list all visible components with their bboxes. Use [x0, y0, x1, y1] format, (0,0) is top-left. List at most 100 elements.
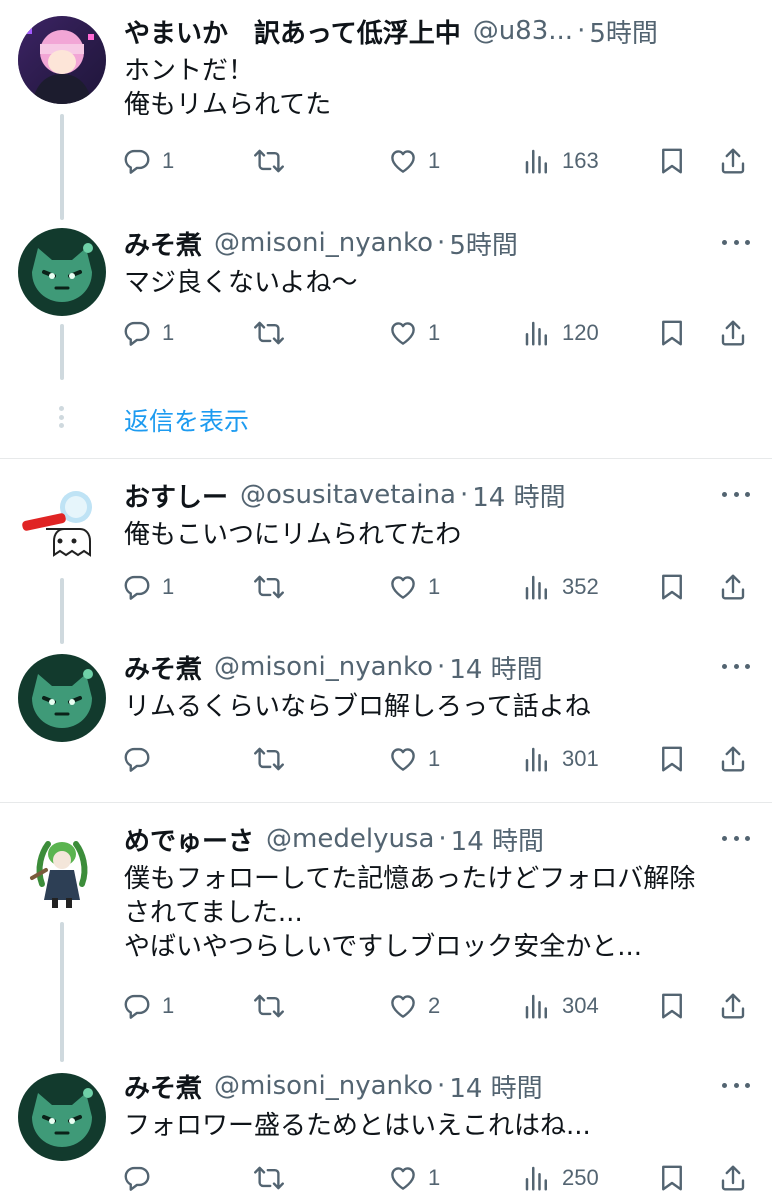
more-options-icon[interactable]: [722, 490, 750, 498]
share-button[interactable]: [718, 567, 748, 607]
view-count: 301: [562, 746, 599, 771]
retweet-button[interactable]: [254, 1158, 284, 1198]
tweet-text: 俺もこいつにリムられてたわ: [124, 520, 462, 550]
like-count: 1: [428, 746, 441, 771]
more-options-icon[interactable]: [722, 662, 750, 670]
reply-button[interactable]: 1: [122, 567, 174, 607]
share-icon: [718, 318, 748, 348]
display-name[interactable]: おすしー: [124, 477, 228, 513]
show-replies-link[interactable]: 返信を表示: [124, 402, 249, 438]
user-handle[interactable]: @medelyusa: [266, 824, 434, 854]
reply-icon: [122, 1163, 152, 1193]
share-button[interactable]: [718, 739, 748, 779]
user-handle[interactable]: @misoni_nyanko: [214, 1071, 433, 1101]
like-button[interactable]: 1: [388, 567, 440, 607]
timestamp[interactable]: 14 時間: [451, 821, 544, 857]
timestamp[interactable]: 5時間: [449, 225, 518, 261]
retweet-button[interactable]: [254, 986, 284, 1026]
avatar[interactable]: [18, 16, 106, 104]
display-name[interactable]: やまいか 訳あって低浮上中: [124, 13, 461, 49]
timestamp[interactable]: 14 時間: [472, 477, 565, 513]
retweet-button[interactable]: [254, 141, 284, 181]
tweet-actions: 1 1 120: [0, 313, 772, 353]
bookmark-button[interactable]: [657, 739, 687, 779]
tweet-header: みそ煮 @misoni_nyanko · 14 時間: [124, 649, 752, 685]
user-handle[interactable]: @osusitavetaina: [240, 480, 456, 510]
display-name[interactable]: みそ煮: [124, 225, 202, 261]
avatar[interactable]: [18, 654, 106, 742]
like-icon: [388, 146, 418, 176]
bookmark-button[interactable]: [657, 567, 687, 607]
user-handle[interactable]: @u83...: [473, 16, 573, 46]
views-button[interactable]: 163: [522, 141, 599, 181]
bookmark-icon: [657, 1163, 687, 1193]
user-handle[interactable]: @misoni_nyanko: [214, 228, 433, 258]
more-options-icon[interactable]: [722, 238, 750, 246]
share-button[interactable]: [718, 141, 748, 181]
view-count: 352: [562, 574, 599, 599]
display-name[interactable]: みそ煮: [124, 649, 202, 685]
timestamp[interactable]: 14 時間: [449, 1068, 542, 1104]
views-button[interactable]: 304: [522, 986, 599, 1026]
divider: [0, 458, 772, 459]
like-button[interactable]: 1: [388, 313, 440, 353]
share-button[interactable]: [718, 1158, 748, 1198]
avatar[interactable]: [18, 1073, 106, 1161]
timestamp[interactable]: 5時間: [589, 13, 658, 49]
green-cat-avatar-image: [18, 1073, 106, 1161]
retweet-button[interactable]: [254, 313, 284, 353]
bookmark-button[interactable]: [657, 1158, 687, 1198]
reply-button[interactable]: [122, 739, 162, 779]
like-icon: [388, 744, 418, 774]
tweet-header: やまいか 訳あって低浮上中 @u83... · 5時間: [124, 13, 752, 49]
share-button[interactable]: [718, 986, 748, 1026]
avatar[interactable]: [18, 481, 106, 569]
reply-count: 1: [162, 320, 175, 345]
like-button[interactable]: 1: [388, 739, 440, 779]
retweet-button[interactable]: [254, 739, 284, 779]
more-options-icon[interactable]: [722, 1081, 750, 1089]
bookmark-button[interactable]: [657, 313, 687, 353]
share-button[interactable]: [718, 313, 748, 353]
reply-count: 1: [162, 148, 175, 173]
retweet-button[interactable]: [254, 567, 284, 607]
views-button[interactable]: 352: [522, 567, 599, 607]
separator: ·: [577, 16, 586, 46]
reply-button[interactable]: 1: [122, 141, 174, 181]
tweet-text: マジ良くないよね〜: [124, 268, 358, 298]
display-name[interactable]: めでゅーさ: [124, 821, 254, 857]
share-icon: [718, 146, 748, 176]
retweet-icon: [254, 1163, 284, 1193]
more-options-icon[interactable]: [722, 834, 750, 842]
like-button[interactable]: 1: [388, 1158, 440, 1198]
reply-button[interactable]: [122, 1158, 162, 1198]
view-count: 120: [562, 320, 599, 345]
tweet-header: おすしー @osusitavetaina · 14 時間: [124, 477, 752, 513]
user-handle[interactable]: @misoni_nyanko: [214, 652, 433, 682]
like-count: 1: [428, 574, 441, 599]
green-cat-avatar-image: [18, 228, 106, 316]
reply-count: 1: [162, 574, 175, 599]
avatar[interactable]: [18, 826, 106, 914]
views-button[interactable]: 250: [522, 1158, 599, 1198]
reply-icon: [122, 146, 152, 176]
bookmark-button[interactable]: [657, 986, 687, 1026]
like-button[interactable]: 1: [388, 141, 440, 181]
display-name[interactable]: みそ煮: [124, 1068, 202, 1104]
separator: ·: [437, 1071, 446, 1101]
tweet-text: フォロワー盛るためとはいえこれはね...: [124, 1111, 591, 1141]
reply-button[interactable]: 1: [122, 313, 174, 353]
reply-button[interactable]: 1: [122, 986, 174, 1026]
tweet-actions: 1 1 352: [0, 567, 772, 607]
retweet-icon: [254, 572, 284, 602]
views-button[interactable]: 120: [522, 313, 599, 353]
pink-hair-avatar-image: [18, 16, 106, 104]
timestamp[interactable]: 14 時間: [449, 649, 542, 685]
bookmark-button[interactable]: [657, 141, 687, 181]
reply-icon: [122, 318, 152, 348]
avatar[interactable]: [18, 228, 106, 316]
views-button[interactable]: 301: [522, 739, 599, 779]
like-button[interactable]: 2: [388, 986, 440, 1026]
reply-icon: [122, 991, 152, 1021]
separator: ·: [437, 652, 446, 682]
